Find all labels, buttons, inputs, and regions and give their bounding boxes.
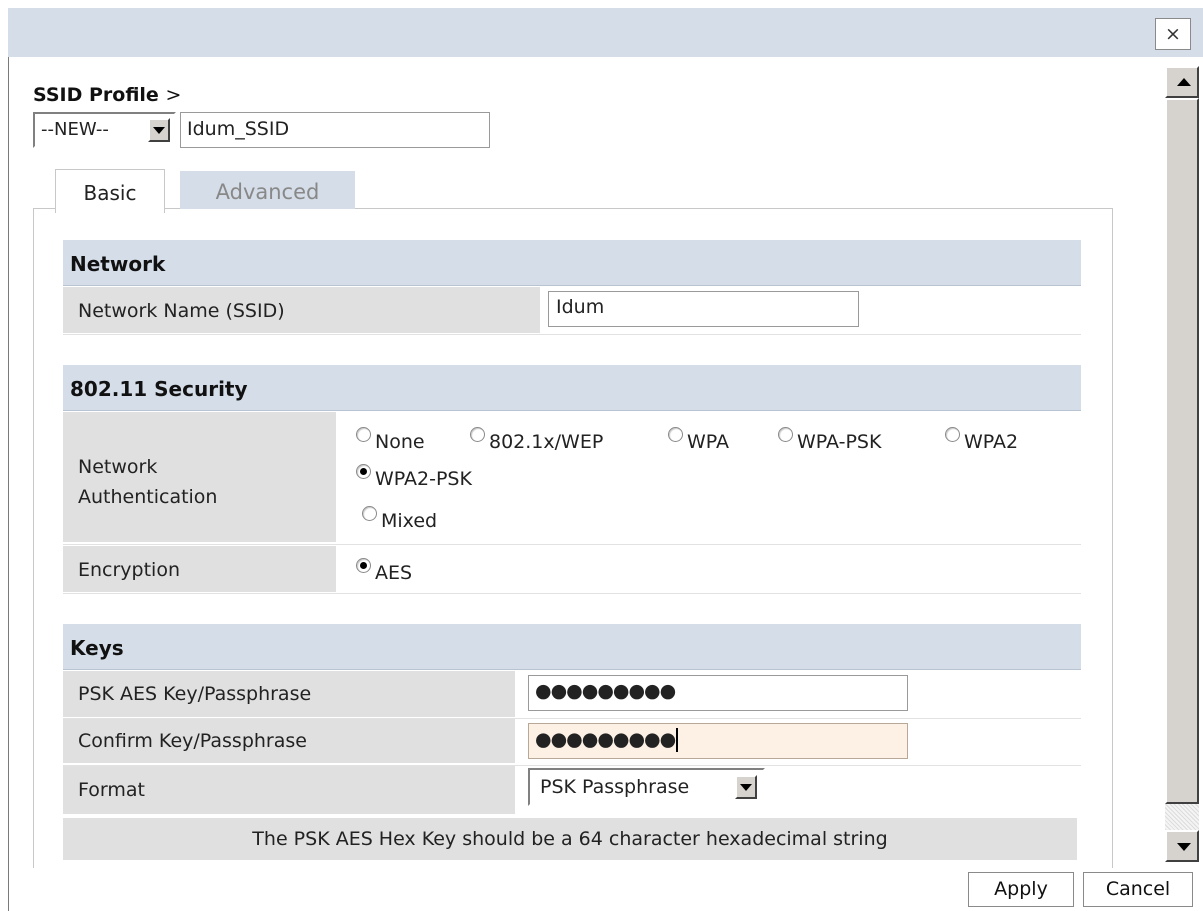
format-select[interactable]: PSK Passphrase — [528, 768, 765, 806]
profile-name-input[interactable]: Idum_SSID — [180, 112, 490, 148]
network-section-header: Network — [63, 240, 1081, 286]
auth-radio-wpa2[interactable]: WPA2 — [945, 425, 1018, 453]
breadcrumb-separator: > — [165, 84, 182, 106]
radio-icon — [668, 427, 683, 442]
ssid-profile-label: SSID Profile > — [33, 84, 181, 106]
profile-select[interactable]: --NEW-- — [33, 112, 176, 148]
psk-password-input[interactable]: ●●●●●●●●● — [528, 675, 908, 711]
auth-label-line1: Network — [78, 456, 158, 478]
auth-radio-8021x-wep[interactable]: 802.1x/WEP — [470, 425, 603, 453]
format-select-value: PSK Passphrase — [540, 776, 690, 798]
psk-password-mask: ●●●●●●●●● — [535, 680, 676, 702]
row-divider — [63, 334, 1081, 335]
psk-label: PSK AES Key/Passphrase — [63, 671, 515, 717]
radio-icon — [470, 427, 485, 442]
radio-checked-icon — [356, 558, 371, 573]
encryption-radio-aes[interactable]: AES — [356, 556, 412, 584]
arrow-up-icon — [1177, 78, 1191, 86]
tab-basic[interactable]: Basic — [55, 169, 165, 213]
vertical-scrollbar[interactable] — [1165, 66, 1199, 862]
arrow-down-icon — [1177, 843, 1191, 851]
row-divider — [63, 544, 1081, 545]
close-button[interactable]: × — [1155, 18, 1191, 50]
cancel-button[interactable]: Cancel — [1083, 872, 1193, 907]
keys-section-header: Keys — [63, 624, 1081, 670]
confirm-label: Confirm Key/Passphrase — [63, 719, 515, 763]
scroll-up-button[interactable] — [1165, 66, 1199, 98]
dropdown-arrow-button[interactable] — [148, 118, 170, 142]
scroll-down-button[interactable] — [1165, 830, 1199, 862]
encryption-label: Encryption — [63, 546, 336, 592]
text-cursor — [676, 728, 679, 752]
chevron-down-icon — [153, 127, 165, 134]
auth-radio-mixed[interactable]: Mixed — [362, 504, 437, 532]
dialog-titlebar — [8, 8, 1203, 57]
row-divider — [63, 593, 1081, 594]
ssid-label: Network Name (SSID) — [63, 287, 540, 333]
format-label: Format — [63, 766, 515, 814]
radio-checked-icon — [356, 464, 371, 479]
ssid-profile-title: SSID Profile — [33, 84, 159, 106]
scrollbar-thumb[interactable] — [1165, 98, 1199, 804]
dropdown-arrow-button[interactable] — [735, 775, 757, 799]
auth-label-line2: Authentication — [78, 486, 218, 508]
tab-advanced[interactable]: Advanced — [180, 171, 355, 209]
auth-radio-wpa-psk[interactable]: WPA-PSK — [778, 425, 881, 453]
radio-icon — [356, 427, 371, 442]
auth-radio-none[interactable]: None — [356, 425, 425, 453]
confirm-password-mask: ●●●●●●●●● — [535, 728, 676, 751]
profile-select-value: --NEW-- — [41, 119, 109, 140]
radio-icon — [945, 427, 960, 442]
psk-hex-key-note: The PSK AES Hex Key should be a 64 chara… — [63, 818, 1077, 860]
radio-icon — [778, 427, 793, 442]
radio-icon — [362, 506, 377, 521]
auth-radio-wpa2-psk[interactable]: WPA2-PSK — [356, 462, 472, 490]
auth-radio-wpa[interactable]: WPA — [668, 425, 729, 453]
confirm-password-input[interactable]: ●●●●●●●●● — [528, 723, 908, 759]
security-section-header: 802.11 Security — [63, 365, 1081, 411]
ssid-input[interactable]: Idum — [548, 291, 859, 327]
chevron-down-icon — [740, 784, 752, 791]
apply-button[interactable]: Apply — [968, 872, 1074, 907]
auth-label: Network Authentication — [63, 412, 336, 542]
